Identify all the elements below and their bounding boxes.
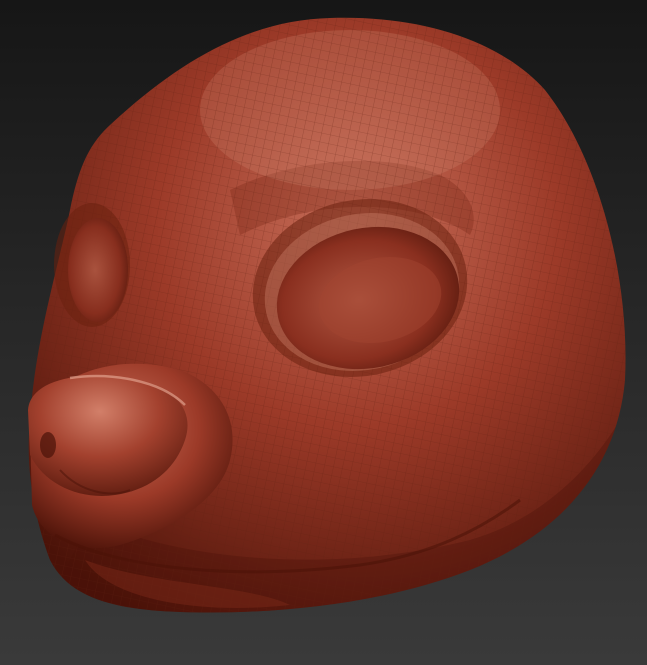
left-eye-socket — [54, 203, 130, 327]
sculpt-viewport[interactable] — [0, 0, 647, 665]
viewport-canvas[interactable] — [0, 0, 647, 665]
nostril — [40, 432, 56, 458]
